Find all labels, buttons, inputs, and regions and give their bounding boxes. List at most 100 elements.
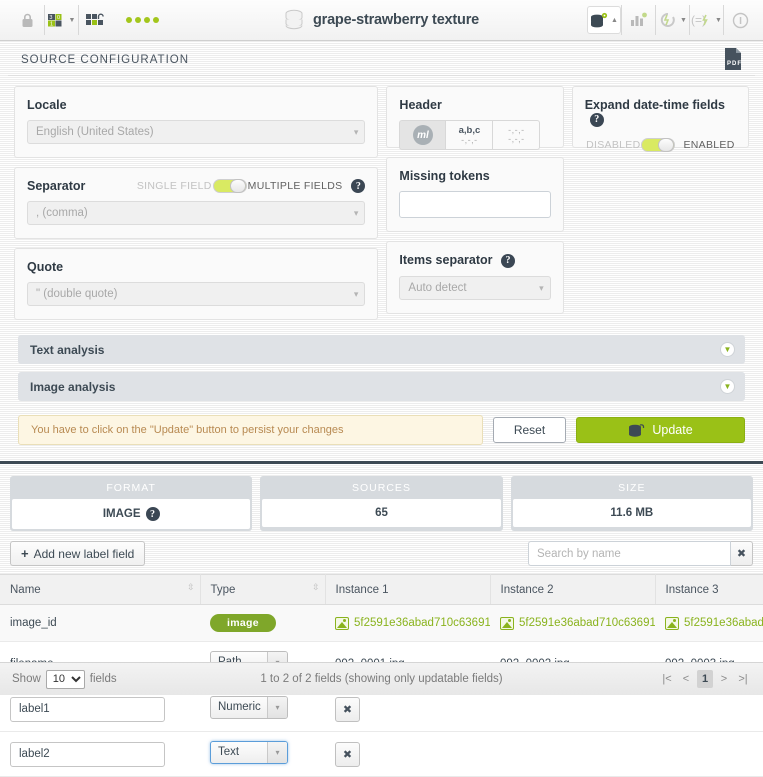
page-next-button[interactable]: > bbox=[716, 670, 732, 688]
bar-chart-glyph bbox=[630, 12, 647, 26]
image-reference-id: 5f2591e36abad710c6369106 bbox=[519, 617, 655, 629]
chevron-down-icon: ▼ bbox=[680, 16, 687, 24]
page-last-button[interactable]: >| bbox=[735, 670, 751, 688]
accordion-image-analysis[interactable]: Image analysis ▼ bbox=[18, 372, 745, 401]
reset-button[interactable]: Reset bbox=[493, 417, 566, 443]
search-group: ✖ bbox=[528, 541, 753, 566]
field-name-cell bbox=[0, 731, 200, 777]
add-new-label-field-label: Add new label field bbox=[33, 546, 135, 561]
dataset-actions-icon[interactable]: ▲ bbox=[587, 6, 621, 34]
info-icon[interactable] bbox=[723, 5, 757, 35]
quote-select[interactable]: " (double quote) bbox=[27, 282, 366, 306]
section-header: SOURCE CONFIGURATION PDF bbox=[8, 41, 755, 76]
database-icon bbox=[285, 9, 303, 30]
config-grid: Locale English (United States) Separator… bbox=[8, 76, 755, 331]
image-reference[interactable]: 5f2591e36abad710c6369105 bbox=[335, 616, 490, 630]
items-separator-text: Items separator bbox=[399, 253, 493, 267]
header-format-group: ml a,b,c -,-,- -,-,- -,-,- bbox=[399, 120, 550, 150]
table-row: image_id image 5f2591e36abad710c6369105 … bbox=[0, 604, 763, 642]
header-option-none-secondary: -,-,- bbox=[508, 134, 525, 144]
locale-select[interactable]: English (United States) bbox=[27, 120, 366, 144]
accordion-text-analysis[interactable]: Text analysis ▼ bbox=[18, 335, 745, 364]
column-header-instance-3: Instance 3 bbox=[655, 574, 763, 605]
script-icon[interactable]: (=) ▼ bbox=[689, 5, 723, 35]
fields-label: fields bbox=[89, 673, 117, 685]
fields-dropdown-icon[interactable]: 3 0 1 ▼ bbox=[44, 5, 78, 35]
instance-2-cell bbox=[490, 731, 655, 777]
column-header-name[interactable]: Name ⇳ bbox=[0, 574, 201, 605]
items-separator-select[interactable]: Auto detect bbox=[399, 275, 551, 300]
header-option-names-secondary: -,-,- bbox=[461, 134, 478, 145]
script-glyph: (=) bbox=[691, 13, 708, 27]
ml-logo-icon: ml bbox=[412, 125, 433, 145]
image-reference-id: 5f2591e36abad710 bbox=[684, 617, 763, 629]
separator-toggle[interactable] bbox=[212, 179, 247, 193]
items-separator-help-icon[interactable]: ? bbox=[501, 253, 516, 268]
format-help-icon[interactable]: ? bbox=[145, 507, 160, 521]
field-name: image_id bbox=[0, 604, 200, 642]
stat-size: SIZE 11.6 MB bbox=[510, 476, 753, 531]
toolbar-right-group: ▲ ▼ (=) ▼ bbox=[587, 0, 757, 40]
config-column-middle: Header ml a,b,c -,-,- -,-,- -,-,- Missin… bbox=[386, 86, 564, 323]
expand-datetime-off-label: DISABLED bbox=[586, 138, 641, 151]
header-option-ml[interactable]: ml bbox=[399, 120, 447, 150]
expand-datetime-toggle[interactable] bbox=[641, 137, 676, 152]
page-size-select[interactable]: 10 bbox=[45, 669, 85, 689]
model-icon[interactable]: ▼ bbox=[655, 5, 689, 35]
toggle-knob bbox=[229, 179, 246, 193]
statistics-icon[interactable] bbox=[621, 5, 655, 35]
search-input[interactable] bbox=[528, 541, 731, 566]
field-type-select[interactable]: Text bbox=[210, 741, 288, 764]
lock-glyph bbox=[22, 13, 32, 27]
page-prev-button[interactable]: < bbox=[678, 670, 694, 688]
clear-search-icon[interactable]: ✖ bbox=[731, 541, 753, 566]
svg-text:PDF: PDF bbox=[727, 61, 742, 67]
items-separator-label: Items separator ? bbox=[399, 253, 550, 268]
header-label: Header bbox=[399, 98, 442, 112]
config-actions-row: You have to click on the "Update" button… bbox=[8, 409, 755, 459]
label-name-input[interactable] bbox=[10, 696, 165, 722]
separator-select[interactable]: , (comma) bbox=[27, 201, 366, 225]
instance-1-cell: ✖ bbox=[325, 731, 490, 777]
pdf-export-icon[interactable]: PDF bbox=[723, 47, 743, 74]
unlock-dataset-icon[interactable] bbox=[78, 5, 112, 35]
stat-format: FORMAT IMAGE ? bbox=[10, 476, 253, 531]
separator-help-icon[interactable]: ? bbox=[351, 179, 366, 193]
stat-format-header: FORMAT bbox=[106, 482, 156, 494]
field-type-select[interactable]: Numeric bbox=[210, 696, 288, 719]
toolbar-left-group: 3 0 1 ▼ bbox=[0, 0, 173, 40]
update-button[interactable]: Update bbox=[576, 417, 745, 443]
config-column-right: Expand date-time fields ? DISABLED ENABL… bbox=[571, 86, 749, 157]
expand-datetime-card: Expand date-time fields ? DISABLED ENABL… bbox=[571, 86, 749, 152]
separator-card: Separator SINGLE FIELD MULTIPLE FIELDS ?… bbox=[14, 167, 379, 239]
delete-field-button[interactable]: ✖ bbox=[335, 741, 360, 767]
accordion-text-analysis-title: Text analysis bbox=[30, 342, 105, 357]
expand-datetime-help-icon[interactable]: ? bbox=[589, 112, 604, 127]
stat-size-header: SIZE bbox=[618, 482, 646, 494]
page-current[interactable]: 1 bbox=[697, 670, 713, 688]
label-name-input[interactable] bbox=[10, 741, 165, 767]
stat-size-value: 11.6 MB bbox=[512, 499, 751, 527]
quote-label: Quote bbox=[27, 260, 64, 274]
header-option-names[interactable]: a,b,c -,-,- bbox=[446, 120, 494, 150]
image-reference[interactable]: 5f2591e36abad710c6369106 bbox=[500, 616, 655, 630]
expand-datetime-toggle-group: DISABLED ENABLED bbox=[585, 135, 736, 152]
stat-format-value-wrap: IMAGE ? bbox=[12, 499, 251, 529]
lock-icon[interactable] bbox=[10, 5, 44, 35]
items-separator-card: Items separator ? Auto detect bbox=[386, 241, 564, 314]
table-header-row: Name ⇳ Type ⇳ Instance 1 Instance 2 Inst… bbox=[0, 574, 763, 605]
header-option-none[interactable]: -,-,- -,-,- bbox=[493, 120, 541, 150]
delete-field-button[interactable]: ✖ bbox=[335, 696, 360, 722]
plus-icon: + bbox=[21, 546, 29, 561]
column-header-type[interactable]: Type ⇳ bbox=[200, 574, 326, 605]
field-type-cell: Text bbox=[200, 731, 325, 777]
page-first-button[interactable]: |< bbox=[659, 670, 675, 688]
missing-tokens-input[interactable] bbox=[399, 191, 551, 218]
image-reference[interactable]: 5f2591e36abad710 bbox=[665, 616, 763, 630]
page-size-group: Show 10 fields bbox=[12, 669, 117, 689]
stat-sources: SOURCES 65 bbox=[260, 476, 503, 531]
config-column-left: Locale English (United States) Separator… bbox=[14, 86, 379, 329]
locale-label: Locale bbox=[27, 98, 67, 112]
add-new-label-field-button[interactable]: + Add new label field bbox=[10, 541, 146, 566]
svg-text:1: 1 bbox=[50, 21, 53, 27]
